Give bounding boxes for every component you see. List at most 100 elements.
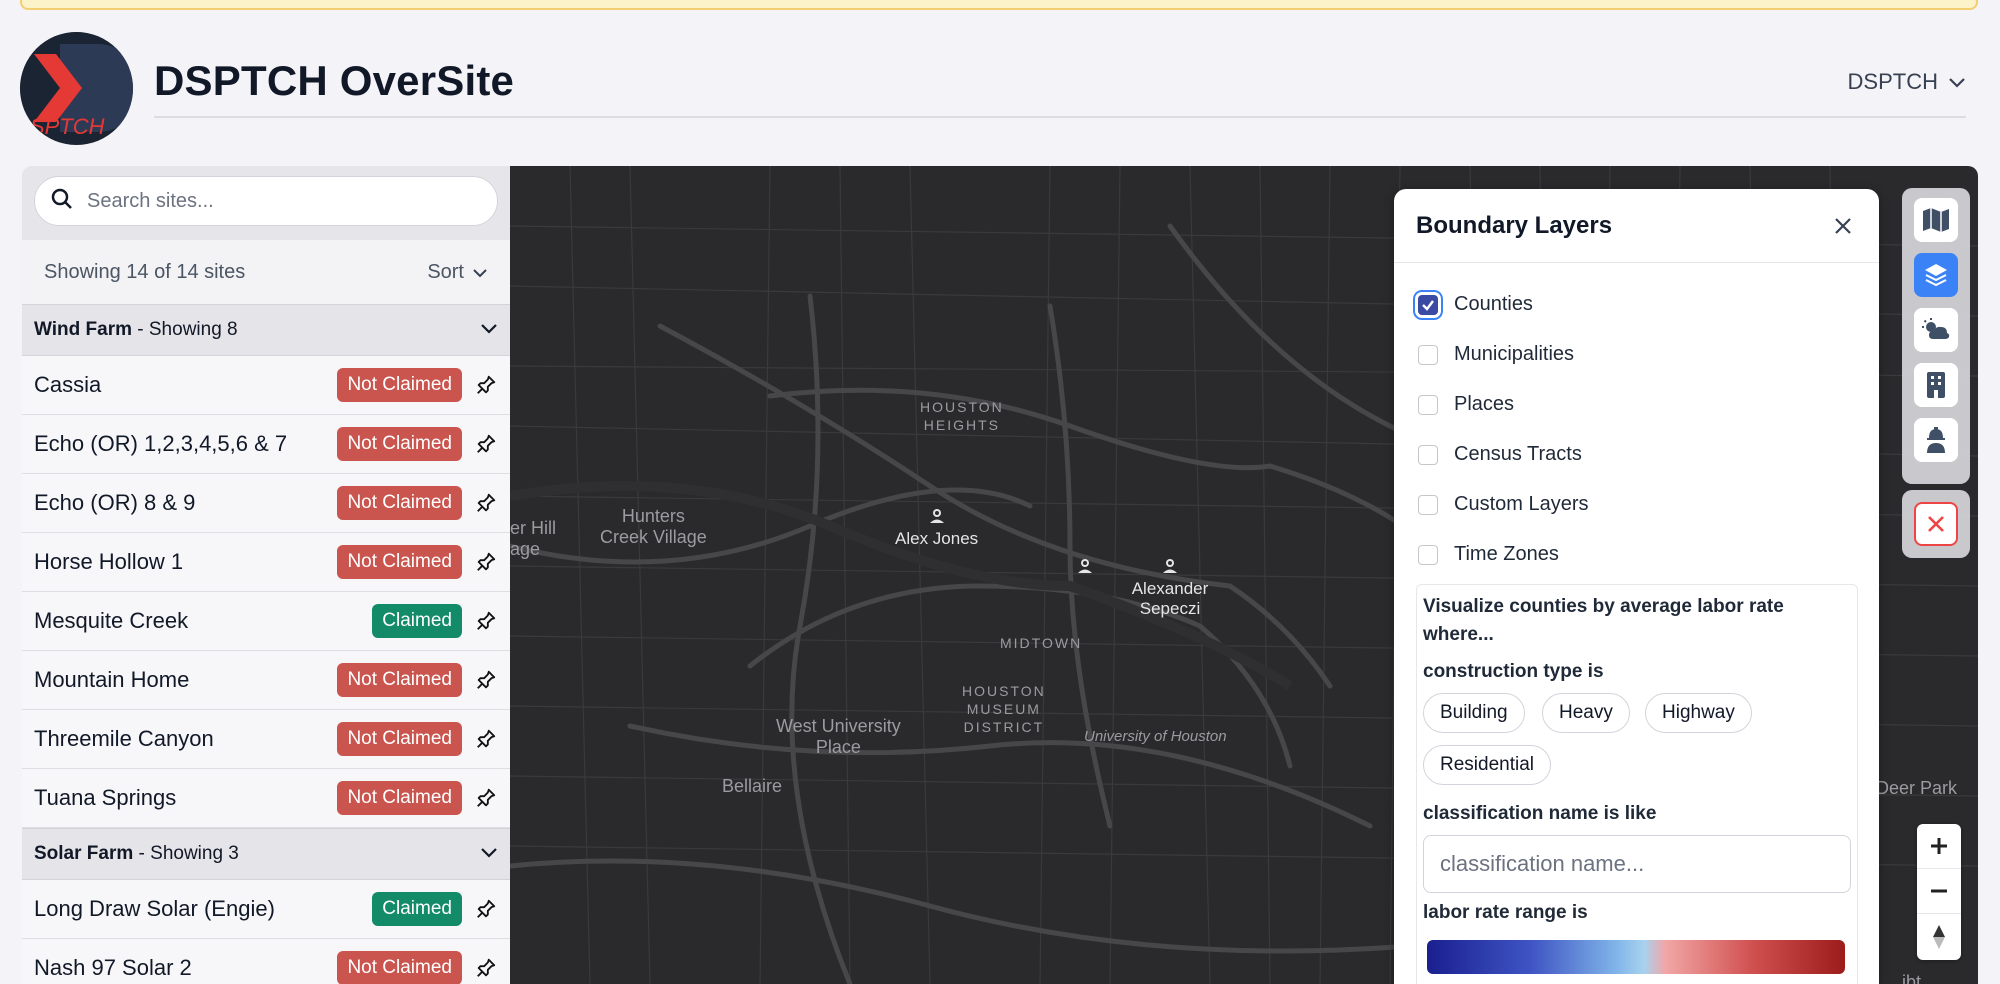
map-marker-person[interactable] [1077, 556, 1093, 579]
close-icon[interactable] [1914, 502, 1958, 546]
list-item[interactable]: Mountain Home Not Claimed [22, 651, 510, 710]
compass-icon[interactable] [1917, 914, 1961, 959]
site-name: Long Draw Solar (Engie) [34, 896, 275, 921]
app-header: SPTCH DSPTCH OverSite DSPTCH [0, 0, 2000, 150]
zoom-out-icon[interactable] [1917, 869, 1961, 914]
list-item[interactable]: Tuana Springs Not Claimed [22, 769, 510, 828]
status-badge: Not Claimed [337, 545, 462, 579]
checkbox-counties[interactable] [1418, 294, 1438, 315]
site-name: Tuana Springs [34, 785, 177, 810]
layer-option-time-zones[interactable]: Time Zones [1418, 543, 1559, 566]
checkbox-places[interactable] [1418, 394, 1438, 415]
pin-icon[interactable] [474, 956, 498, 980]
layer-option-census-tracts[interactable]: Census Tracts [1418, 443, 1582, 466]
site-name: Threemile Canyon [34, 726, 214, 751]
map-marker-person[interactable]: Alexander Sepeczi [1100, 556, 1240, 619]
classification-name-input[interactable] [1423, 835, 1851, 893]
status-badge: Not Claimed [337, 427, 462, 461]
layer-option-municipalities[interactable]: Municipalities [1418, 343, 1574, 366]
labor-rate-gradient-slider[interactable] [1427, 940, 1845, 974]
map-marker-person[interactable]: Alex Jones [895, 506, 978, 549]
zoom-controls [1917, 824, 1961, 960]
pin-icon[interactable] [474, 609, 498, 633]
status-badge: Not Claimed [337, 663, 462, 697]
list-item[interactable]: Echo (OR) 1,2,3,4,5,6 & 7 Not Claimed [22, 415, 510, 474]
site-name: Mesquite Creek [34, 608, 189, 633]
app-title: DSPTCH OverSite [154, 57, 515, 104]
labor-rate-range-label: labor rate range is [1423, 902, 1588, 923]
chevron-down-icon [480, 843, 498, 865]
dsptch-logo: SPTCH [20, 32, 133, 145]
search-input[interactable] [87, 189, 467, 213]
site-name: Horse Hollow 1 [34, 549, 184, 574]
chip-residential[interactable]: Residential [1423, 745, 1551, 785]
map-icon[interactable] [1914, 198, 1958, 242]
layer-option-counties[interactable]: Counties [1418, 293, 1533, 316]
layer-label: Municipalities [1454, 343, 1575, 365]
site-name: Cassia [34, 372, 102, 397]
group-name: Solar Farm [34, 843, 134, 864]
account-label: DSPTCH [1847, 69, 1938, 94]
pin-icon[interactable] [474, 491, 498, 515]
account-menu[interactable]: DSPTCH [1848, 69, 1966, 95]
map-label-houston-heights: HOUSTON HEIGHTS [920, 399, 1004, 433]
chevron-down-icon [480, 319, 498, 341]
checkbox-census-tracts[interactable] [1418, 444, 1438, 465]
list-item[interactable]: Long Draw Solar (Engie) Claimed [22, 880, 510, 939]
pin-icon[interactable] [474, 786, 498, 810]
close-icon[interactable] [1829, 212, 1857, 240]
layer-option-custom-layers[interactable]: Custom Layers [1418, 493, 1589, 516]
list-item[interactable]: Threemile Canyon Not Claimed [22, 710, 510, 769]
group-header-solar-farm[interactable]: Solar Farm - Showing 3 [22, 828, 510, 880]
viz-intro: Visualize counties by average labor rate… [1423, 596, 1784, 645]
chevron-down-icon [472, 261, 488, 284]
site-name: Echo (OR) 8 & 9 [34, 490, 196, 515]
list-item[interactable]: Mesquite Creek Claimed [22, 592, 510, 651]
pin-icon[interactable] [474, 668, 498, 692]
check-icon [1422, 299, 1434, 311]
boundary-layers-panel: Boundary Layers Counties Municipalities … [1394, 189, 1879, 984]
zoom-in-icon[interactable] [1917, 824, 1961, 869]
panel-title: Boundary Layers [1416, 211, 1613, 239]
map-attribution: ibt [1902, 972, 1922, 984]
pin-icon[interactable] [474, 727, 498, 751]
map-label-museum-district: HOUSTON MUSEUM DISTRICT [962, 683, 1046, 735]
classification-label: classification name is like [1423, 803, 1657, 824]
checkbox-custom-layers[interactable] [1418, 494, 1438, 515]
layer-label: Census Tracts [1454, 443, 1582, 465]
list-item[interactable]: Horse Hollow 1 Not Claimed [22, 533, 510, 592]
status-badge: Not Claimed [337, 486, 462, 520]
pin-icon[interactable] [474, 373, 498, 397]
chip-heavy[interactable]: Heavy [1542, 693, 1630, 733]
header-divider [154, 116, 1966, 118]
pin-icon[interactable] [474, 897, 498, 921]
map-label-west-university: West University Place [776, 716, 901, 757]
pin-icon[interactable] [474, 432, 498, 456]
layers-icon[interactable] [1914, 253, 1958, 297]
status-badge: Not Claimed [337, 781, 462, 815]
building-icon[interactable] [1914, 363, 1958, 407]
map-label-bellaire: Bellaire [722, 776, 783, 796]
group-header-wind-farm[interactable]: Wind Farm - Showing 8 [22, 304, 510, 356]
status-badge: Claimed [372, 604, 462, 638]
worker-icon[interactable] [1914, 418, 1958, 462]
layer-option-places[interactable]: Places [1418, 393, 1514, 416]
chip-highway[interactable]: Highway [1645, 693, 1752, 733]
chip-building[interactable]: Building [1423, 693, 1525, 733]
weather-icon[interactable] [1914, 308, 1958, 352]
checkbox-municipalities[interactable] [1418, 344, 1438, 365]
search-icon [51, 188, 73, 215]
list-item[interactable]: Nash 97 Solar 2 Not Claimed [22, 939, 510, 984]
list-item[interactable]: Echo (OR) 8 & 9 Not Claimed [22, 474, 510, 533]
list-item[interactable]: Cassia Not Claimed [22, 356, 510, 415]
checkbox-time-zones[interactable] [1418, 544, 1438, 565]
map-label-hill: er Hill age [510, 518, 557, 559]
map-label-midtown: MIDTOWN [1000, 635, 1083, 651]
group-name: Wind Farm [34, 319, 132, 340]
map-label-deer-park: Deer Park [1876, 778, 1958, 798]
status-badge: Not Claimed [337, 368, 462, 402]
sort-button[interactable]: Sort [427, 261, 488, 284]
labor-rate-visualization: Visualize counties by average labor rate… [1416, 584, 1858, 984]
person-icon [929, 509, 944, 523]
pin-icon[interactable] [474, 550, 498, 574]
